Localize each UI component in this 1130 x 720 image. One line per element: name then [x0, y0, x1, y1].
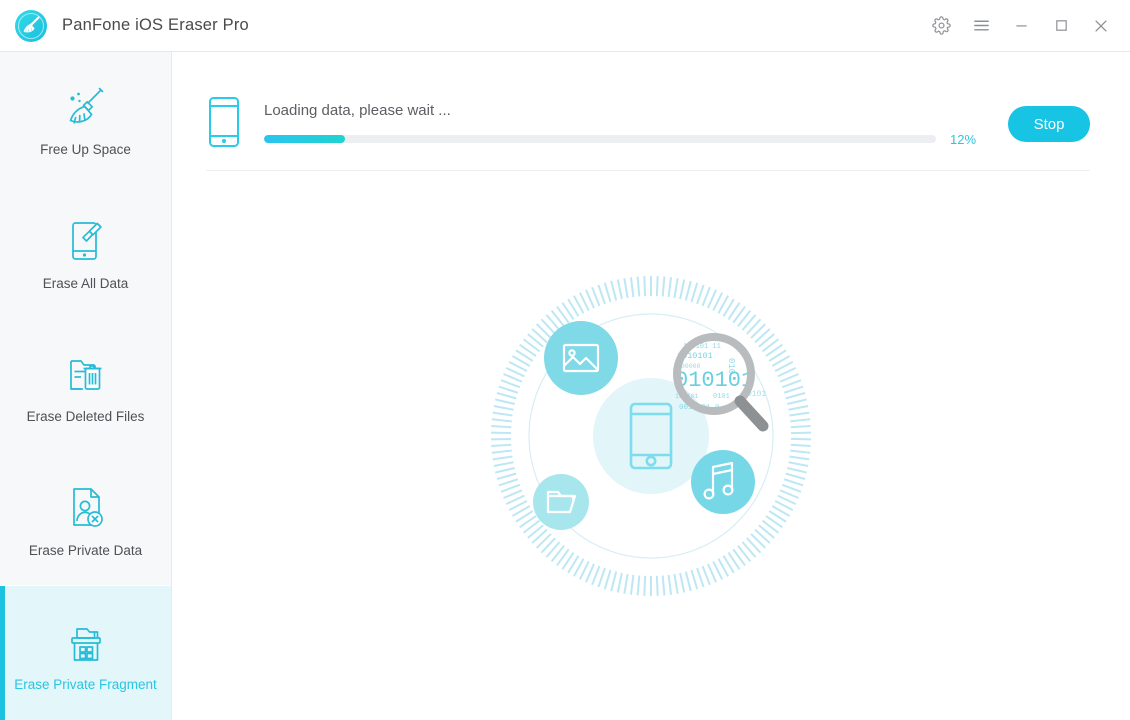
svg-text:010101: 010101	[675, 368, 754, 393]
sidebar-item-label: Erase All Data	[42, 275, 129, 291]
phone-eraser-icon	[62, 214, 110, 266]
scanning-illustration: 100101 11 1010101 010 000000 010101 1101…	[172, 171, 1130, 720]
hamburger-menu-icon	[973, 20, 989, 31]
file-cabinet-icon	[61, 615, 111, 667]
broom-sparkle-icon	[60, 80, 112, 132]
status-bar: Loading data, please wait ... 12% Stop	[172, 52, 1130, 170]
sidebar-item-erase-deleted-files[interactable]: Erase Deleted Files	[0, 319, 171, 453]
title-bar: PanFone iOS Eraser Pro	[0, 0, 1130, 52]
sidebar-item-label: Erase Deleted Files	[26, 409, 145, 425]
gear-icon	[931, 16, 951, 35]
sidebar-item-erase-all-data[interactable]: Erase All Data	[0, 186, 171, 320]
sidebar-item-erase-private-data[interactable]: Erase Private Data	[0, 453, 171, 587]
satellite-folder	[533, 473, 589, 530]
close-icon	[1095, 19, 1107, 32]
window-controls	[926, 11, 1130, 41]
stop-button[interactable]: Stop	[1008, 106, 1090, 142]
sidebar-item-free-up-space[interactable]: Free Up Space	[0, 52, 171, 186]
application-window: PanFone iOS Eraser Pro Free Up Space Era…	[0, 0, 1130, 720]
maximize-button[interactable]	[1046, 11, 1076, 41]
status-message: Loading data, please wait ...	[264, 101, 451, 119]
status-details: Loading data, please wait ... 12%	[264, 102, 984, 147]
sidebar-item-label: Erase Private Data	[28, 543, 143, 559]
progress-bar	[264, 135, 936, 143]
document-person-x-icon	[62, 481, 110, 533]
satellite-photo	[544, 320, 618, 395]
folder-trash-icon	[61, 347, 111, 399]
menu-button[interactable]	[966, 11, 996, 41]
broom-circle-logo-icon	[15, 9, 47, 42]
mobile-phone-icon	[206, 95, 242, 154]
progress-bar-fill	[264, 135, 345, 143]
progress-percent-label: 12%	[950, 131, 977, 147]
satellite-music	[691, 449, 755, 514]
close-button[interactable]	[1086, 11, 1116, 41]
minimize-button[interactable]	[1006, 11, 1036, 41]
maximize-icon	[1055, 20, 1067, 31]
settings-button[interactable]	[926, 11, 956, 41]
app-logo	[14, 9, 48, 43]
sidebar: Free Up Space Erase All Data Erase Delet…	[0, 52, 172, 720]
illustration-graphic: 100101 11 1010101 010 000000 010101 1101…	[491, 275, 811, 596]
progress-row: 12%	[264, 132, 984, 147]
sidebar-item-label: Erase Private Fragment	[14, 676, 157, 692]
body: Free Up Space Erase All Data Erase Delet…	[0, 52, 1130, 720]
sidebar-item-erase-private-fragment[interactable]: Erase Private Fragment	[0, 585, 171, 720]
main-content: Loading data, please wait ... 12% Stop 1…	[172, 52, 1130, 720]
app-title: PanFone iOS Eraser Pro	[62, 16, 249, 34]
sidebar-item-label: Free Up Space	[40, 142, 131, 158]
minimize-icon	[1015, 25, 1027, 27]
svg-text:0101: 0101	[713, 393, 730, 401]
